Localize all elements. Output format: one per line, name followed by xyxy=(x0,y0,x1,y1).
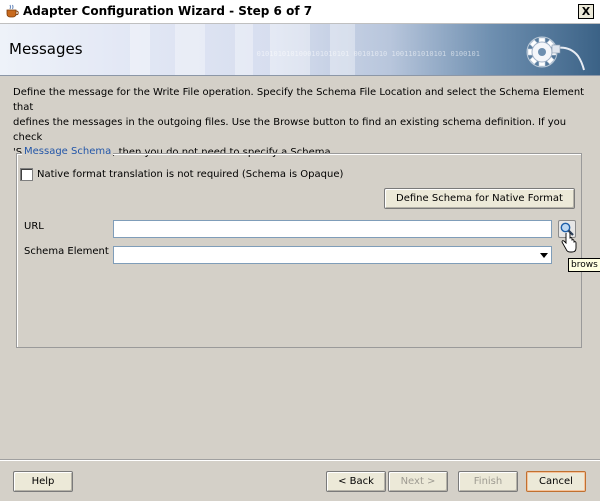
help-button[interactable]: Help xyxy=(13,471,73,492)
page-title: Messages xyxy=(9,40,83,58)
message-schema-group: Message Schema Native format translation… xyxy=(16,146,600,348)
next-button[interactable]: Next > xyxy=(388,471,448,492)
footer-separator xyxy=(0,459,600,461)
adapter-wizard-window: Adapter Configuration Wizard - Step 6 of… xyxy=(0,0,600,501)
dropdown-arrow-icon[interactable] xyxy=(540,253,548,258)
cancel-button[interactable]: Cancel xyxy=(526,471,586,492)
back-button[interactable]: < Back xyxy=(326,471,386,492)
description-line: defines the messages in the outgoing fil… xyxy=(13,117,567,143)
opaque-schema-label[interactable]: Native format translation is not require… xyxy=(37,169,343,180)
close-button[interactable]: X xyxy=(578,4,594,19)
schema-element-label: Schema Element xyxy=(24,246,109,257)
header-banner: Messages 0101010101000101010101 00101010… xyxy=(0,24,600,76)
banner-binary-text: 0101010101000101010101 00101010 10011010… xyxy=(256,50,480,58)
cancel-button-label: Cancel xyxy=(539,476,573,487)
group-legend: Message Schema xyxy=(22,146,114,157)
banner-stripe xyxy=(130,24,150,75)
url-label: URL xyxy=(24,221,44,232)
wizard-content: Define the message for the Write File op… xyxy=(0,77,600,501)
description-line: Define the message for the Write File op… xyxy=(13,87,585,113)
define-schema-button[interactable]: Define Schema for Native Format xyxy=(384,188,575,209)
schema-element-select[interactable] xyxy=(113,246,552,264)
hand-cursor-icon xyxy=(561,233,577,253)
banner-stripe xyxy=(175,24,205,75)
opaque-schema-option[interactable]: Native format translation is not require… xyxy=(20,168,343,181)
back-button-label: < Back xyxy=(338,476,374,487)
banner-stripe xyxy=(235,24,253,75)
window-title: Adapter Configuration Wizard - Step 6 of… xyxy=(23,4,313,18)
help-button-label: Help xyxy=(31,476,55,487)
finish-button[interactable]: Finish xyxy=(458,471,518,492)
gear-plug-icon xyxy=(526,36,585,71)
opaque-schema-checkbox[interactable] xyxy=(20,168,33,181)
browse-tooltip: brows xyxy=(568,258,600,272)
url-input[interactable] xyxy=(113,220,552,238)
finish-button-label: Finish xyxy=(473,476,503,487)
close-icon: X xyxy=(581,5,591,18)
title-bar[interactable]: Adapter Configuration Wizard - Step 6 of… xyxy=(0,0,600,24)
coffee-cup-icon xyxy=(6,4,19,18)
next-button-label: Next > xyxy=(400,476,436,487)
